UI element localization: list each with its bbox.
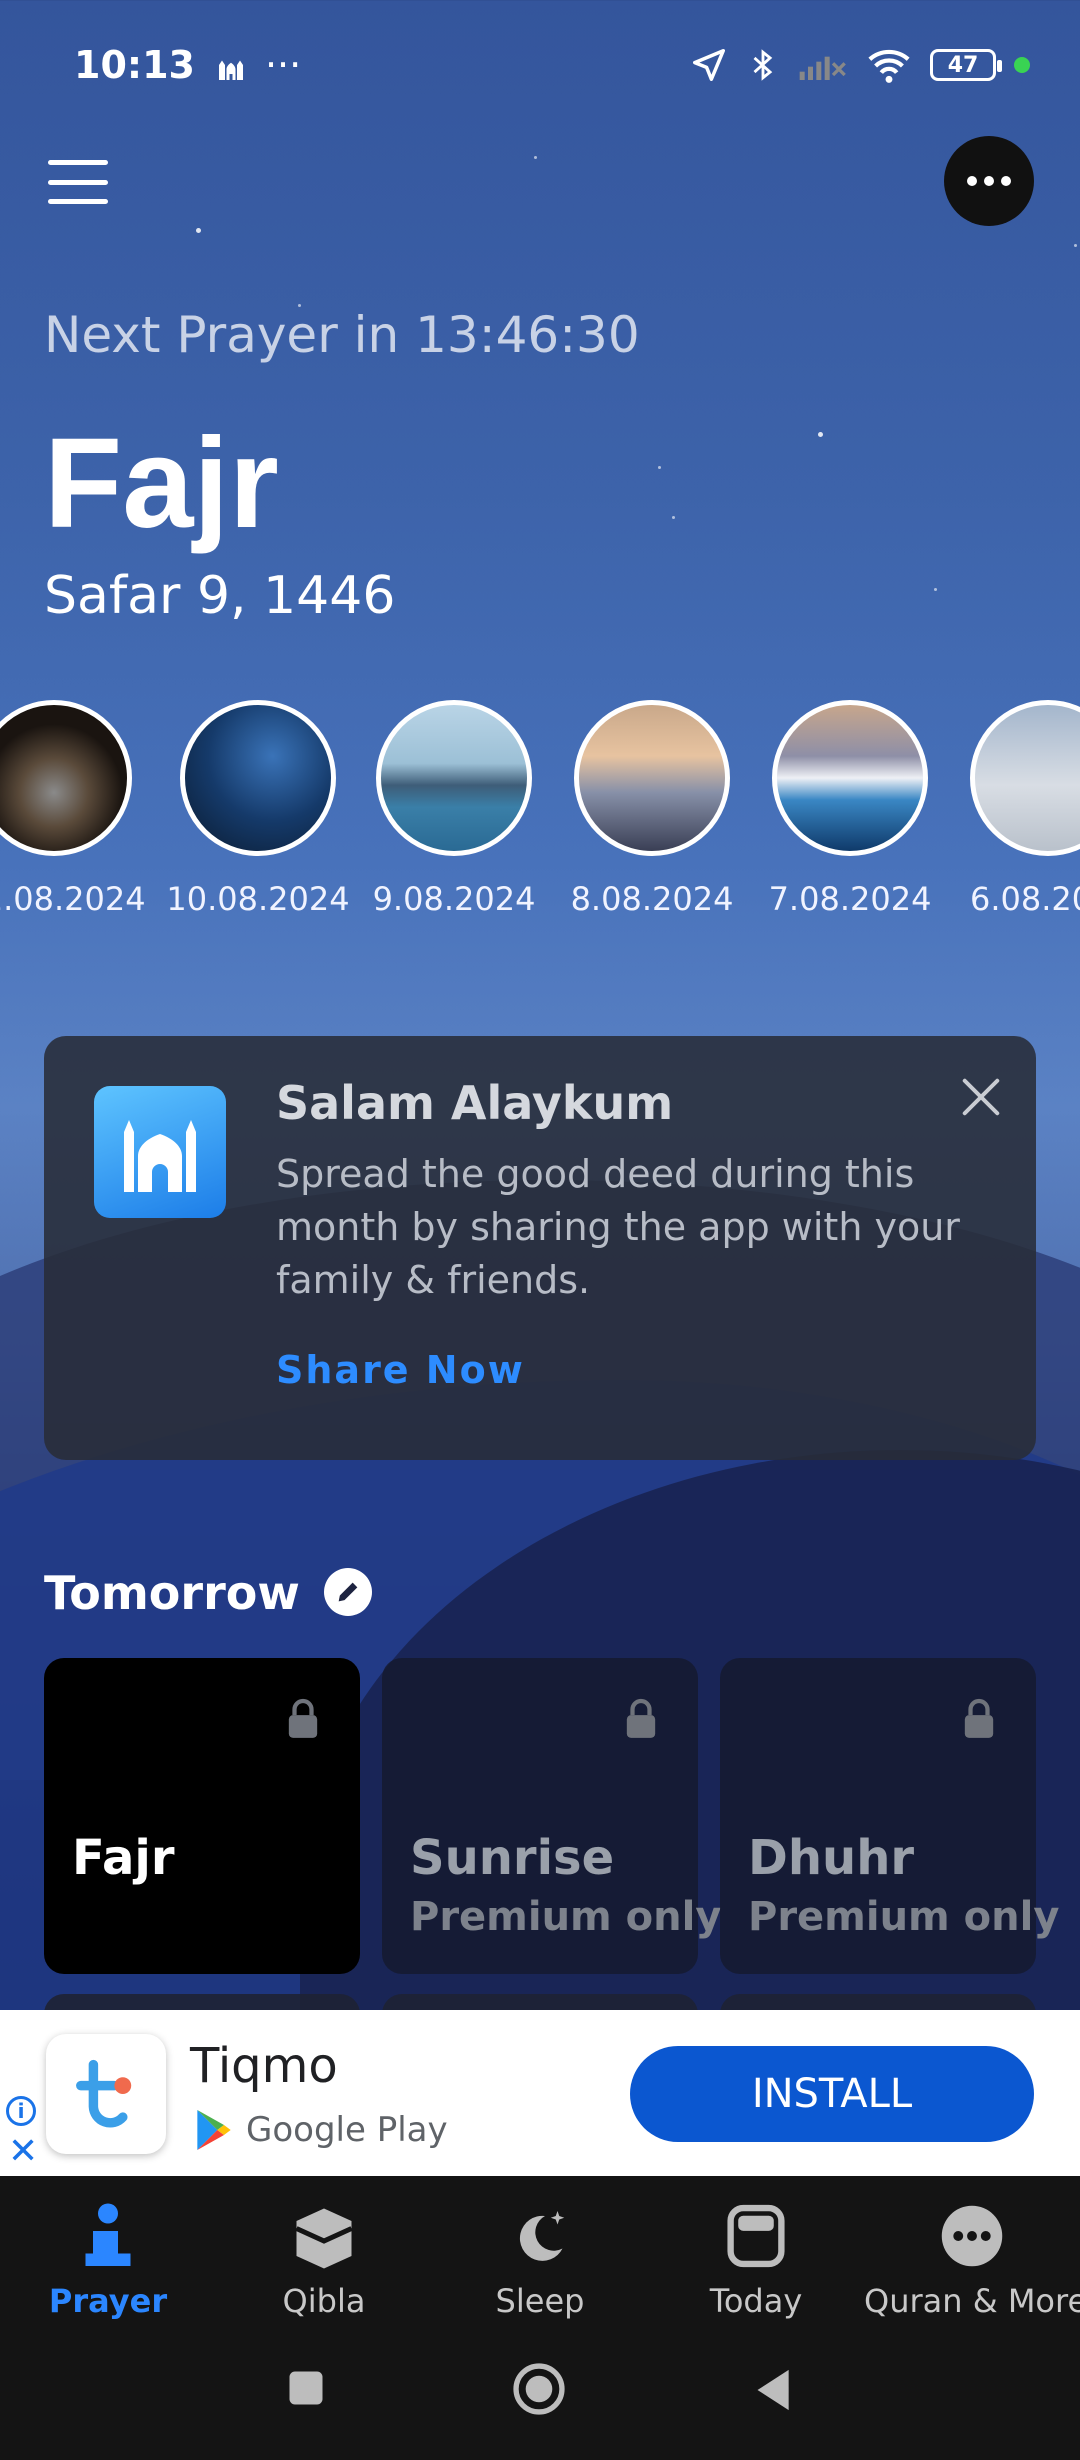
prayer-name: Fajr (44, 412, 279, 555)
story-item[interactable]: 9.08.2024 (373, 700, 535, 918)
next-prayer-countdown: Next Prayer in 13:46:30 (44, 306, 640, 364)
prayer-tile-fajr[interactable]: Fajr (44, 1658, 360, 1974)
story-thumbnail (574, 700, 730, 856)
home-icon[interactable] (510, 2360, 568, 2418)
more-options-button[interactable] (944, 136, 1034, 226)
location-icon (693, 49, 725, 81)
lock-icon (288, 1698, 318, 1738)
tile-name: Dhuhr (748, 1830, 915, 1886)
back-icon[interactable] (752, 2366, 796, 2414)
bottom-nav: Prayer Qibla Sleep Today Quran & More (0, 2176, 1080, 2336)
share-card: Salam Alaykum Spread the good deed durin… (44, 1036, 1036, 1460)
nav-item-sleep[interactable]: Sleep (432, 2196, 648, 2320)
more-dot-icon (967, 176, 977, 186)
ad-banner[interactable]: i ✕ Tiqmo Google Play INSTALL (0, 2010, 1080, 2176)
hijri-date: Safar 9, 1446 (44, 566, 396, 626)
nav-label: Prayer (48, 2282, 168, 2320)
status-bar: 10:13 ··· 47 (0, 0, 1080, 130)
tile-name: Sunrise (410, 1830, 615, 1886)
menu-icon-bar (48, 199, 108, 204)
prayer-tile-sunrise[interactable]: Sunrise Premium only (382, 1658, 721, 1974)
nav-item-qibla[interactable]: Qibla (216, 2196, 432, 2320)
nav-item-today[interactable]: Today (648, 2196, 864, 2320)
more-dot-icon (984, 176, 994, 186)
lock-icon (626, 1698, 656, 1738)
kaaba-icon (295, 2208, 353, 2269)
ad-store: Google Play (194, 2108, 448, 2152)
story-date: 11.08.2024 (0, 880, 146, 918)
menu-button[interactable] (48, 160, 108, 204)
bluetooth-icon (753, 49, 773, 81)
story-item[interactable]: 8.08.2024 (571, 700, 733, 918)
google-play-icon (197, 2110, 231, 2150)
nav-item-prayer[interactable]: Prayer (0, 2196, 216, 2320)
status-more-icon: ··· (264, 43, 302, 87)
nav-label: Quran & More (864, 2282, 1080, 2320)
share-now-link[interactable]: Share Now (276, 1348, 525, 1392)
menu-icon-bar (48, 160, 108, 165)
share-card-body: Spread the good deed during this month b… (276, 1152, 960, 1302)
wifi-icon (868, 49, 910, 83)
story-thumbnail (0, 700, 132, 856)
ad-store-label: Google Play (246, 2110, 448, 2150)
story-thumbnail (772, 700, 928, 856)
more-dots-icon (941, 2205, 1003, 2267)
tomorrow-title: Tomorrow (44, 1566, 300, 1620)
privacy-dot-icon (1014, 57, 1030, 73)
recents-icon[interactable] (284, 2366, 328, 2410)
status-time: 10:13 (74, 43, 195, 87)
mosque-icon (124, 1120, 196, 1192)
pencil-icon (338, 1582, 358, 1602)
nav-label: Today (709, 2282, 803, 2320)
stories-row[interactable]: 11.08.2024 10.08.2024 9.08.2024 8.08.202… (0, 700, 1080, 940)
more-dot-icon (1001, 176, 1011, 186)
signal-icon (799, 56, 846, 80)
calendar-icon (727, 2204, 785, 2268)
story-date: 8.08.2024 (570, 880, 734, 918)
tile-sub: Premium only (410, 1894, 722, 1940)
story-thumbnail (376, 700, 532, 856)
close-icon[interactable] (956, 1072, 1006, 1122)
ad-close-icon[interactable]: ✕ (8, 2134, 38, 2170)
story-item[interactable]: 10.08.2024 (166, 700, 350, 918)
moon-icon (519, 2211, 565, 2261)
nav-label: Sleep (495, 2282, 585, 2320)
story-item[interactable]: 6.08.2024 (970, 700, 1080, 918)
story-date: 10.08.2024 (166, 880, 350, 918)
story-thumbnail (970, 700, 1080, 856)
prayer-tile-dhuhr[interactable]: Dhuhr Premium only (720, 1658, 1059, 1974)
nav-label: Qibla (282, 2282, 366, 2320)
install-button[interactable]: INSTALL (630, 2046, 1034, 2142)
lock-icon (964, 1698, 994, 1738)
tile-sub: Premium only (748, 1894, 1060, 1940)
ad-app-icon (46, 2034, 166, 2154)
menu-icon-bar (48, 179, 108, 185)
nav-item-quran-more[interactable]: Quran & More (864, 2196, 1080, 2320)
system-nav-bar (0, 2336, 1080, 2460)
app-logo-icon (94, 1086, 226, 1218)
story-thumbnail (180, 700, 336, 856)
battery-indicator: 47 (930, 49, 1002, 81)
story-date: 6.08.2024 (970, 880, 1080, 918)
ad-info-icon[interactable]: i (6, 2096, 36, 2126)
share-card-title: Salam Alaykum (276, 1076, 674, 1130)
ad-app-name: Tiqmo (190, 2038, 338, 2094)
story-date: 9.08.2024 (372, 880, 536, 918)
edit-button[interactable] (324, 1568, 372, 1616)
tile-name: Fajr (72, 1830, 175, 1886)
story-date: 7.08.2024 (768, 880, 932, 918)
prayer-icon (85, 2203, 131, 2266)
mosque-notification-icon (218, 60, 243, 80)
story-item[interactable]: 11.08.2024 (0, 700, 146, 918)
tiqmo-logo-icon (76, 2059, 132, 2128)
story-item[interactable]: 7.08.2024 (769, 700, 931, 918)
